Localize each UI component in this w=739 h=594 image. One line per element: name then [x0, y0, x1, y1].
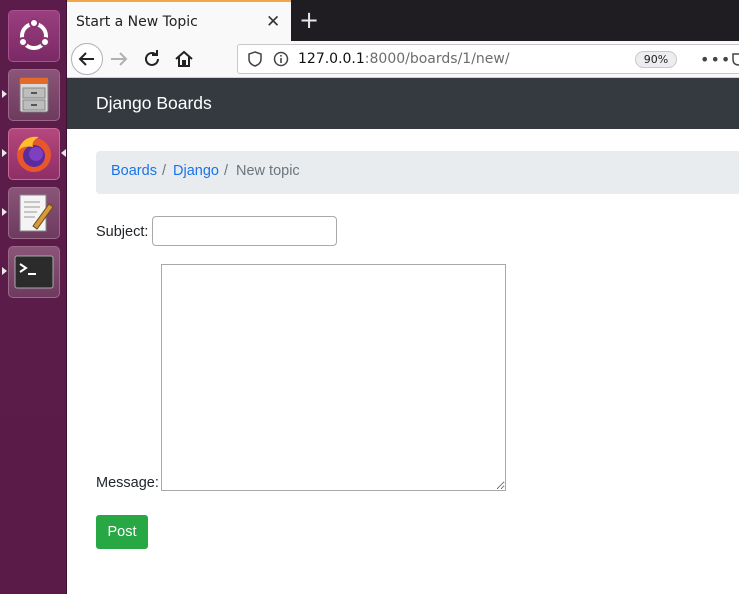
ubuntu-dash-button[interactable] — [8, 10, 60, 62]
breadcrumb-separator: / — [224, 163, 229, 179]
breadcrumb: Boards / Django / New topic — [96, 151, 739, 194]
post-button[interactable]: Post — [96, 515, 148, 549]
url-text: 127.0.0.1:8000/boards/1/new/ — [298, 51, 510, 67]
home-icon — [175, 50, 193, 67]
breadcrumb-django-link[interactable]: Django — [173, 163, 219, 179]
files-launcher-button[interactable] — [8, 69, 60, 121]
file-cabinet-icon — [19, 77, 49, 113]
subject-label: Subject: — [96, 224, 149, 240]
arrow-left-icon — [78, 52, 94, 66]
text-editor-icon — [19, 194, 54, 232]
ubuntu-logo-icon — [18, 18, 50, 50]
new-tab-icon[interactable]: + — [299, 6, 319, 34]
reload-button[interactable] — [140, 47, 164, 71]
message-label: Message: — [96, 475, 159, 491]
firefox-icon — [17, 136, 51, 172]
url-bar[interactable]: 127.0.0.1:8000/boards/1/new/ 90% ••• — [237, 44, 739, 74]
running-indicator — [2, 90, 7, 98]
url-host: 127.0.0.1 — [298, 51, 365, 67]
firefox-launcher-button[interactable] — [8, 128, 60, 180]
page-viewport: Django Boards Boards / Django / New topi… — [67, 78, 739, 594]
breadcrumb-boards-link[interactable]: Boards — [111, 163, 157, 179]
active-indicator — [61, 149, 66, 157]
terminal-icon — [14, 255, 54, 289]
zoom-level-badge[interactable]: 90% — [635, 51, 677, 68]
arrow-right-icon — [111, 52, 128, 66]
message-textarea[interactable] — [161, 264, 506, 491]
home-button[interactable] — [172, 47, 196, 71]
browser-toolbar: 127.0.0.1:8000/boards/1/new/ 90% ••• — [67, 41, 739, 78]
url-path: :8000/boards/1/new/ — [364, 51, 510, 67]
close-tab-icon[interactable]: ✕ — [266, 12, 280, 32]
subject-input[interactable] — [152, 216, 337, 246]
ubuntu-launcher — [0, 0, 67, 594]
reload-icon — [145, 50, 159, 66]
forward-button[interactable] — [107, 47, 131, 71]
text-editor-launcher-button[interactable] — [8, 187, 60, 239]
back-button[interactable] — [71, 43, 103, 75]
running-indicator — [2, 267, 7, 275]
page-actions-icon[interactable]: ••• — [700, 50, 731, 69]
running-indicator — [2, 149, 7, 157]
tab-title: Start a New Topic — [76, 14, 198, 30]
tracking-shield-icon[interactable] — [247, 51, 263, 67]
browser-tab-strip: Start a New Topic ✕ + — [67, 0, 739, 41]
breadcrumb-current-page: New topic — [236, 163, 300, 179]
terminal-launcher-button[interactable] — [8, 246, 60, 298]
tab-start-a-new-topic[interactable]: Start a New Topic ✕ — [67, 0, 291, 41]
site-brand-link[interactable]: Django Boards — [96, 93, 212, 114]
pocket-icon[interactable] — [731, 51, 739, 67]
site-navbar: Django Boards — [67, 78, 739, 129]
breadcrumb-separator: / — [162, 163, 167, 179]
running-indicator — [2, 208, 7, 216]
info-icon[interactable] — [273, 51, 289, 67]
